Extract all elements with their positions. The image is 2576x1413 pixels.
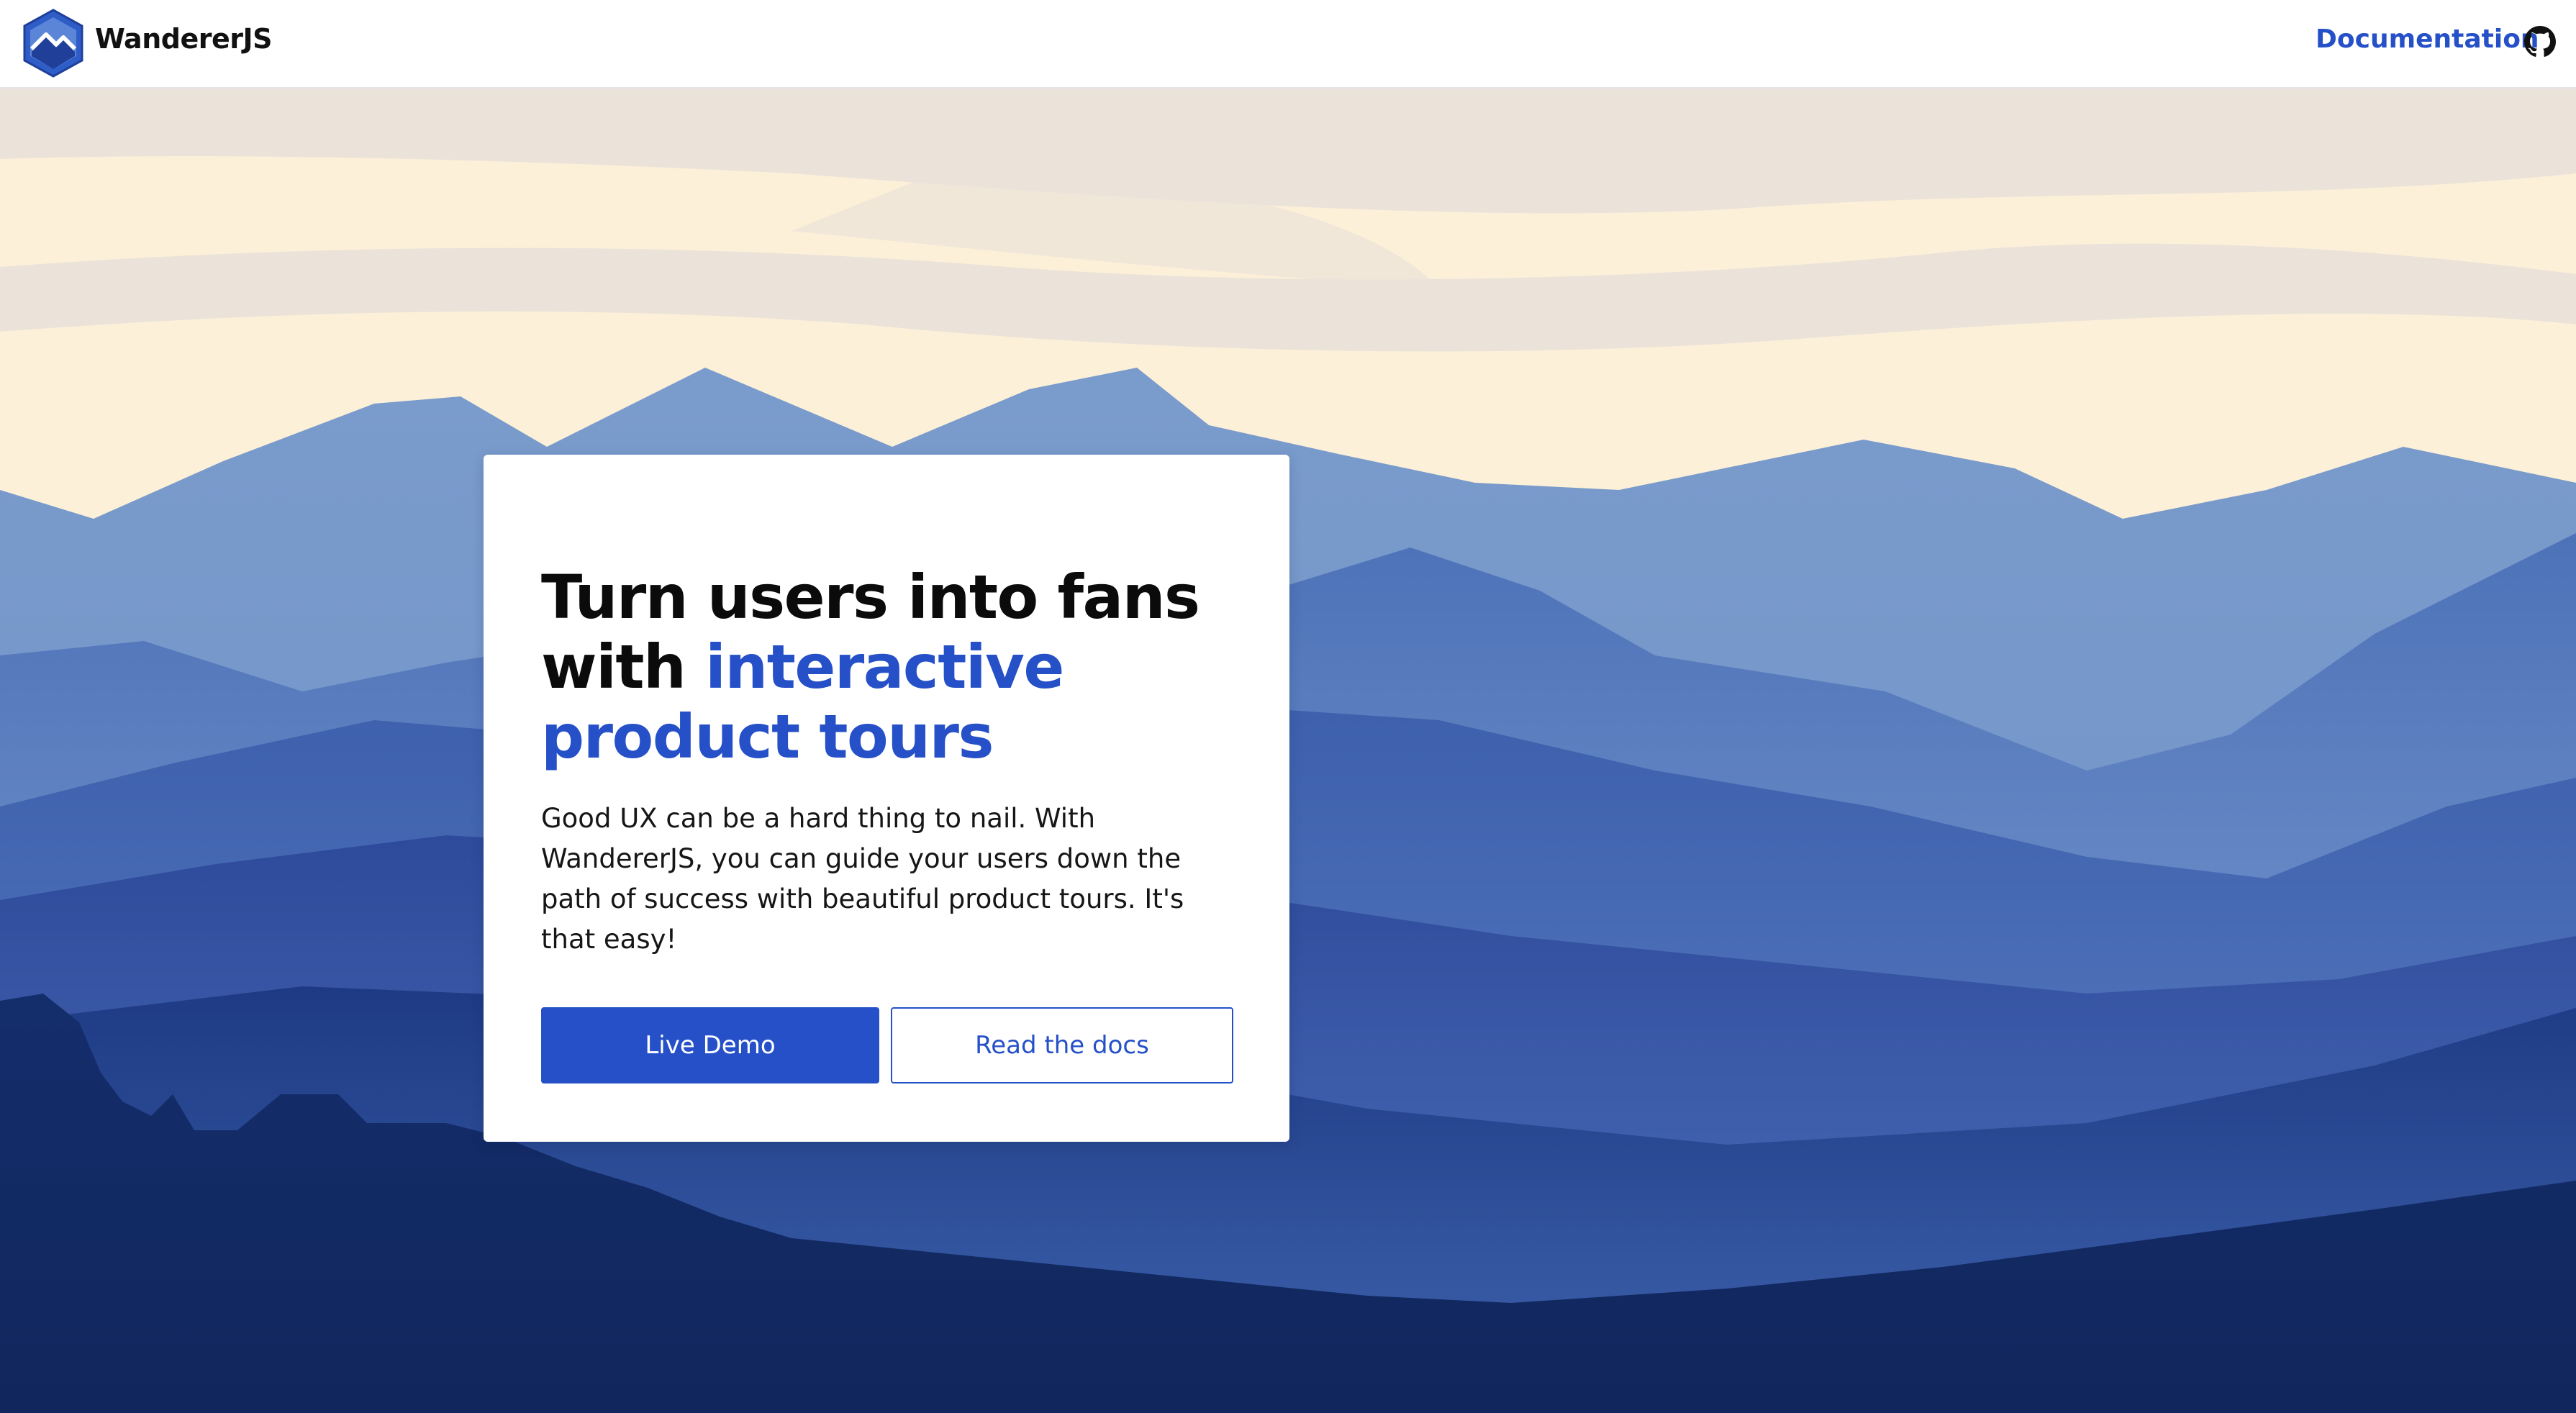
hero-headline: Turn users into fans with interactive pr…: [541, 563, 1246, 772]
read-docs-button[interactable]: Read the docs: [891, 1007, 1233, 1083]
page: WandererJS Documentation Turn users into…: [0, 0, 2576, 1413]
mountain-hexagon-logo-icon[interactable]: [22, 9, 85, 78]
brand-name[interactable]: WandererJS: [95, 23, 273, 55]
hero-description: Good UX can be a hard thing to nail. Wit…: [541, 803, 1184, 955]
github-icon[interactable]: [2524, 26, 2556, 58]
top-navigation-bar: WandererJS Documentation: [0, 0, 2576, 88]
documentation-link[interactable]: Documentation: [2316, 24, 2539, 54]
hero-card: Turn users into fans with interactive pr…: [484, 455, 1289, 1142]
live-demo-button[interactable]: Live Demo: [541, 1007, 879, 1083]
